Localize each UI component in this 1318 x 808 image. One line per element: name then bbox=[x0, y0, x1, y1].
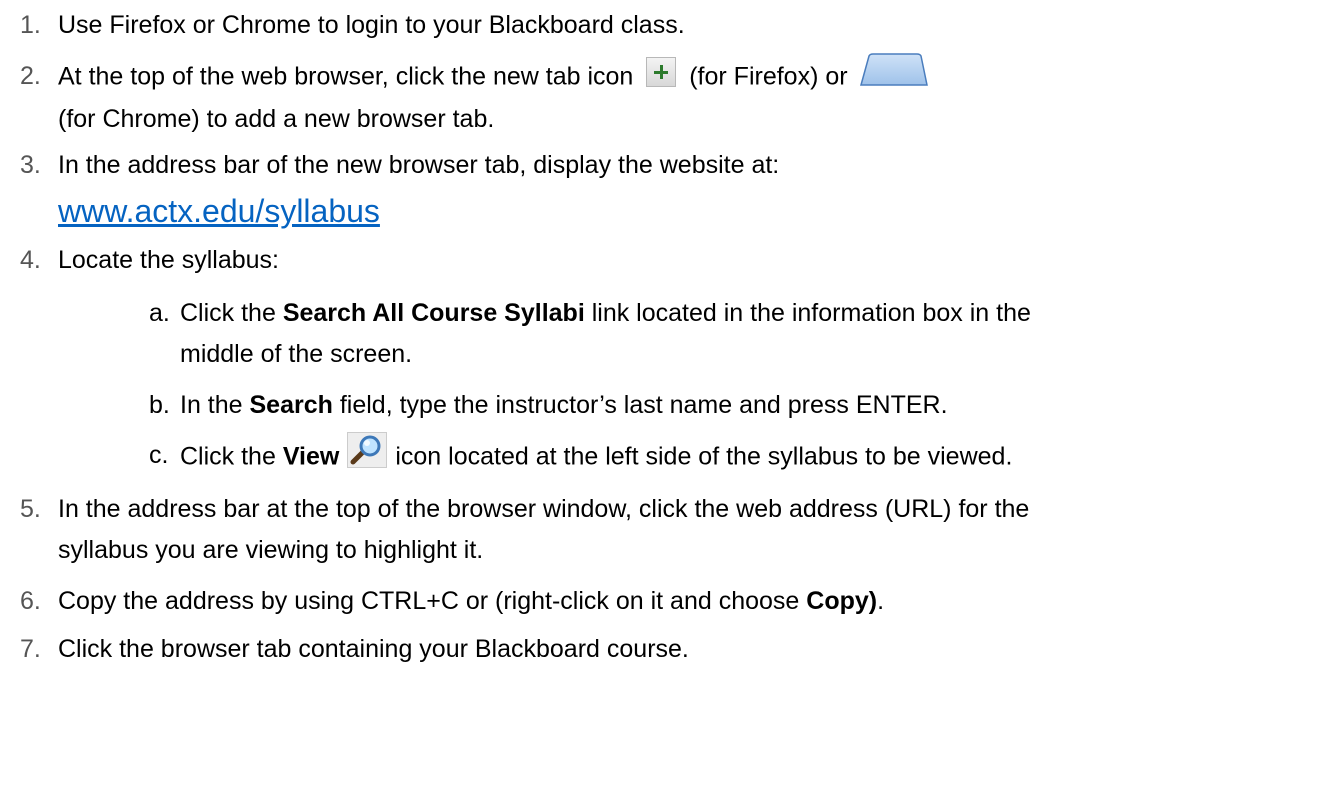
step-text: syllabus you are viewing to highlight it… bbox=[58, 536, 484, 564]
text-part: icon located at the left side of the syl… bbox=[395, 442, 1013, 471]
text-part: . bbox=[877, 587, 885, 615]
step-number: 7. bbox=[20, 635, 41, 663]
step-text: (for Chrome) to add a new browser tab. bbox=[58, 105, 495, 133]
step-text: Locate the syllabus: bbox=[58, 246, 279, 274]
bold-term: Search bbox=[249, 391, 333, 419]
step-text: In the address bar of the new browser ta… bbox=[58, 151, 780, 179]
substep-text: middle of the screen. bbox=[180, 340, 413, 368]
step-text: Copy the address by using CTRL+C or (rig… bbox=[58, 586, 884, 616]
substep-letter: c. bbox=[149, 441, 169, 469]
step-text: Click the browser tab containing your Bl… bbox=[58, 635, 689, 663]
text-part: In the bbox=[180, 391, 250, 419]
step-text: At the top of the web browser, click the… bbox=[58, 53, 929, 95]
step-text-part: At the top of the web browser, click the… bbox=[58, 62, 634, 91]
substep-letter: b. bbox=[149, 391, 170, 419]
substep-text: In the Search field, type the instructor… bbox=[180, 390, 948, 420]
substep-text: Click the View icon located at the left … bbox=[180, 432, 1013, 476]
text-part: Copy the address by using CTRL+C or (rig… bbox=[58, 587, 807, 615]
substep-text: Click the Search All Course Syllabi link… bbox=[180, 298, 1031, 328]
step-number: 2. bbox=[20, 62, 41, 90]
magnifier-view-icon bbox=[347, 432, 388, 468]
text-part: Click the bbox=[180, 299, 283, 327]
step-number: 4. bbox=[20, 246, 41, 274]
step-number: 1. bbox=[20, 11, 41, 39]
substep-letter: a. bbox=[149, 299, 170, 327]
instructions-document: 1. Use Firefox or Chrome to login to you… bbox=[0, 0, 1318, 808]
step-text-part: (for Firefox) or bbox=[689, 62, 848, 91]
step-number: 6. bbox=[20, 587, 41, 615]
syllabus-link[interactable]: www.actx.edu/syllabus bbox=[58, 193, 380, 229]
bold-term: View bbox=[282, 442, 340, 471]
firefox-new-tab-plus-icon bbox=[646, 57, 677, 87]
bold-term: Search All Course Syllabi bbox=[282, 299, 585, 327]
step-number: 5. bbox=[20, 495, 41, 523]
step-text: In the address bar at the top of the bro… bbox=[58, 495, 1030, 523]
step-number: 3. bbox=[20, 151, 41, 179]
text-part: Click the bbox=[180, 442, 283, 471]
chrome-new-tab-icon bbox=[859, 53, 928, 86]
text-part: link located in the information box in t… bbox=[584, 299, 1031, 327]
step-text: Use Firefox or Chrome to login to your B… bbox=[58, 11, 685, 39]
text-part: field, type the instructor’s last name a… bbox=[332, 391, 948, 419]
bold-term: Copy) bbox=[806, 587, 878, 615]
